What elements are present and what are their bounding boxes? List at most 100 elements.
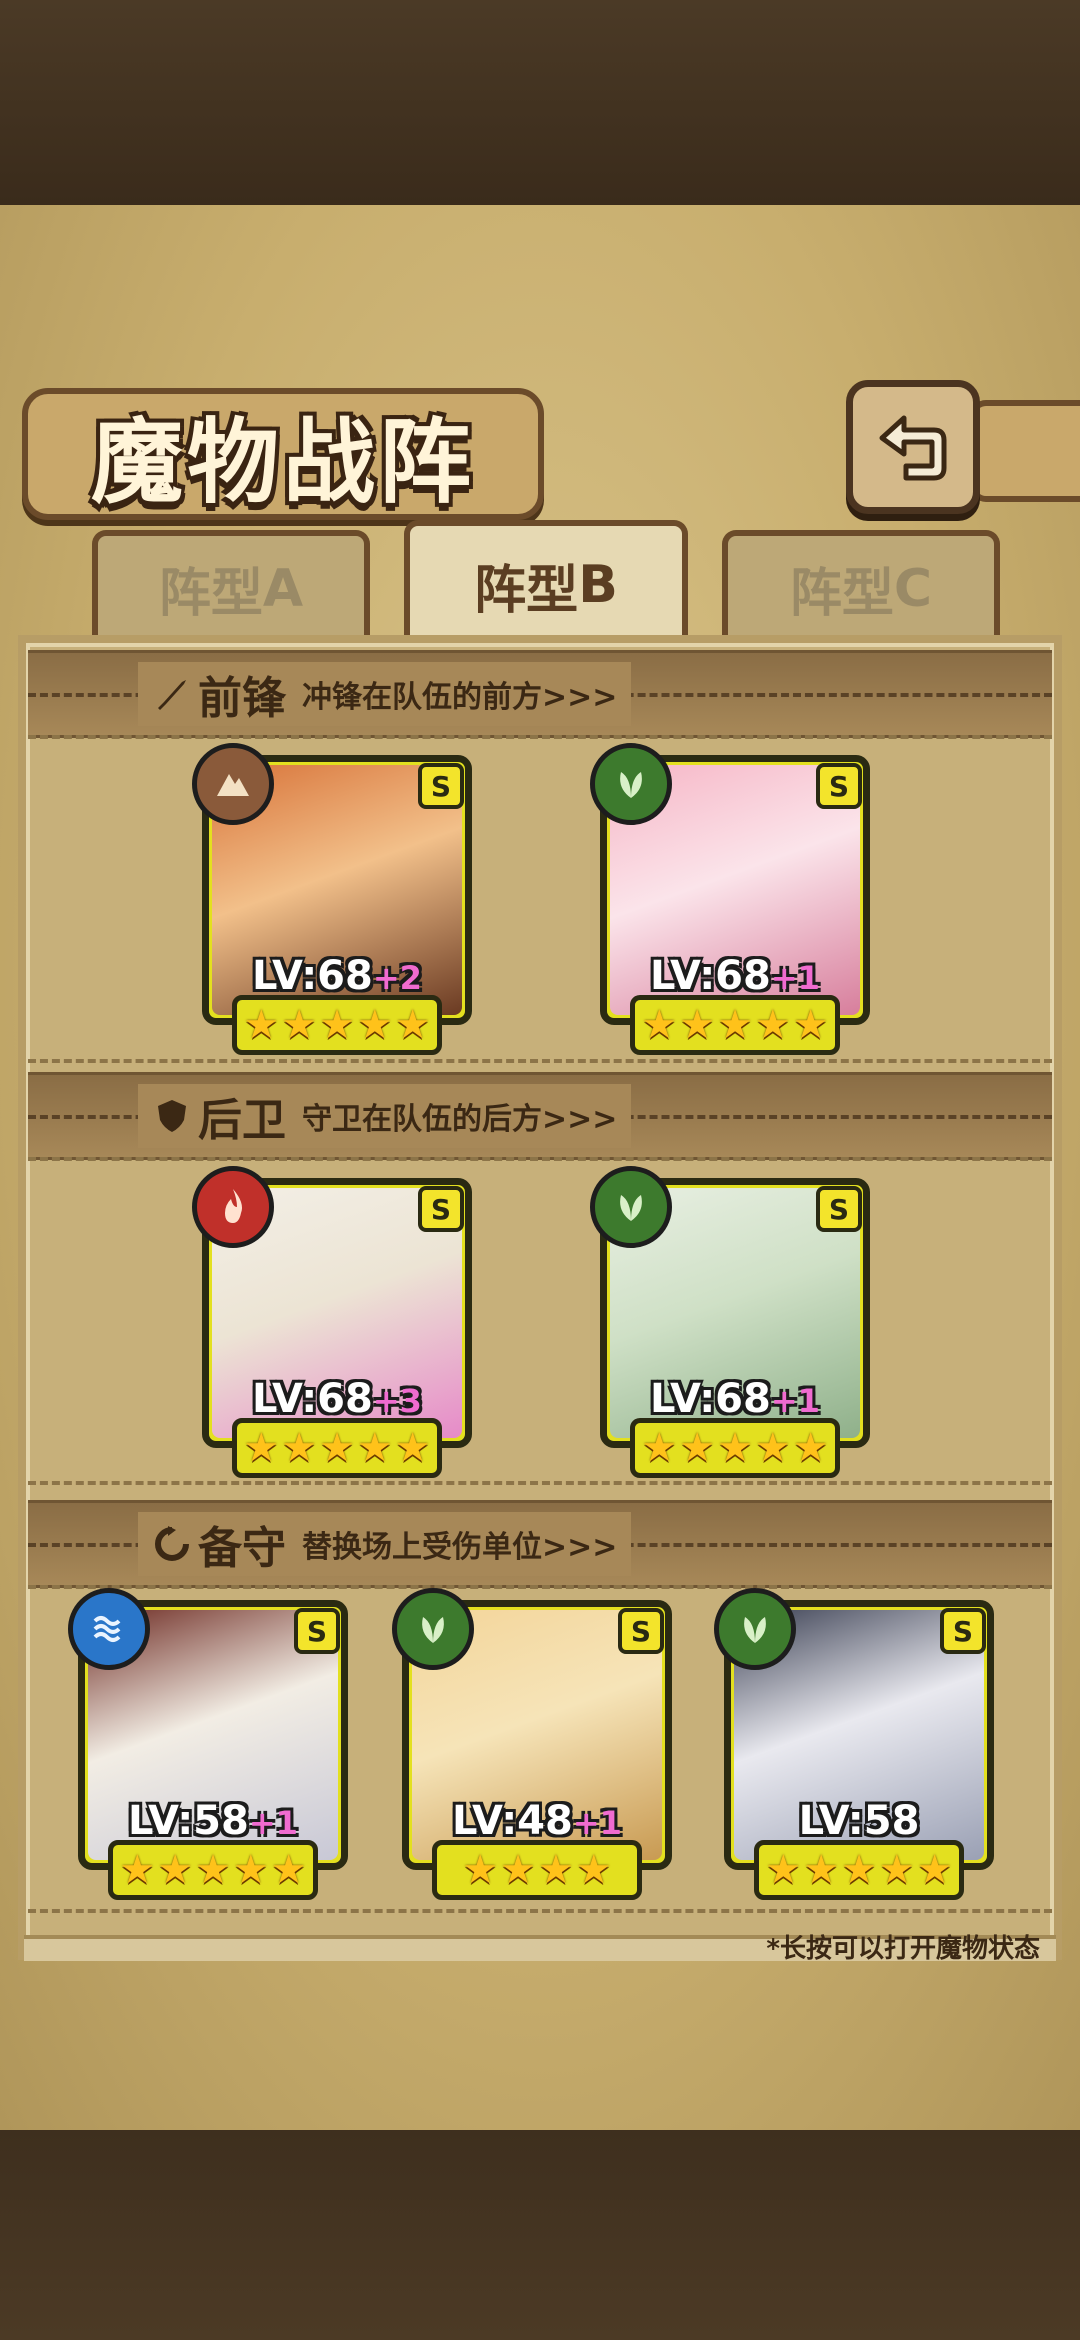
level-plus: +1 — [572, 1804, 622, 1842]
star-icon: ★ — [538, 1847, 574, 1893]
level-label: LV:58 — [724, 1798, 994, 1844]
star-icon: ★ — [394, 1425, 431, 1471]
star-rating: ★ ★ ★ ★ ★ — [630, 995, 840, 1055]
sword-icon — [152, 674, 192, 714]
star-icon: ★ — [195, 1847, 231, 1893]
star-icon: ★ — [575, 1847, 612, 1893]
star-icon: ★ — [232, 1847, 269, 1893]
monster-card[interactable]: S LV:58 ★ ★ ★ ★ ★ — [714, 1588, 994, 1900]
level-value: LV:48 — [452, 1798, 573, 1844]
monster-card[interactable]: S LV:68+1 ★ ★ ★ ★ ★ — [590, 1166, 870, 1478]
star-icon: ★ — [281, 1425, 318, 1471]
star-icon: ★ — [243, 1425, 280, 1471]
return-arrow-icon — [879, 415, 947, 481]
section-header-front: 前锋 冲锋在队伍的前方>>> — [28, 650, 1052, 738]
star-icon: ★ — [754, 1002, 791, 1048]
shield-icon — [152, 1096, 192, 1136]
monster-card[interactable]: S LV:58+1 ★ ★ ★ ★ ★ — [68, 1588, 348, 1900]
star-rating: ★ ★ ★ ★ ★ — [754, 1840, 964, 1900]
star-icon: ★ — [462, 1847, 499, 1893]
star-rating: ★ ★ ★ ★ ★ — [108, 1840, 318, 1900]
tab-formation-c[interactable]: 阵型 C — [722, 530, 1000, 641]
star-icon: ★ — [803, 1847, 840, 1893]
star-icon: ★ — [500, 1847, 536, 1893]
rank-badge: S — [940, 1608, 986, 1654]
rank-badge: S — [816, 1186, 862, 1232]
back-button[interactable] — [846, 380, 980, 514]
monster-card[interactable]: S LV:68+1 ★ ★ ★ ★ ★ — [590, 743, 870, 1055]
section-header-reserve: 备守 替换场上受伤单位>>> — [28, 1500, 1052, 1588]
section-title: 后卫 — [198, 1095, 286, 1146]
rank-badge: S — [816, 763, 862, 809]
leaf-element-icon — [590, 1166, 672, 1248]
star-icon: ★ — [679, 1425, 716, 1471]
star-icon: ★ — [119, 1847, 156, 1893]
star-rating: ★ ★ ★ ★ ★ — [232, 995, 442, 1055]
star-icon: ★ — [754, 1425, 791, 1471]
level-value: LV:68 — [252, 1376, 373, 1422]
star-icon: ★ — [281, 1002, 318, 1048]
long-press-hint: *长按可以打开魔物状态 — [766, 1934, 1040, 1964]
level-label: LV:68+3 — [202, 1376, 472, 1422]
monster-card[interactable]: S LV:48+1 ★ ★ ★ ★ — [392, 1588, 672, 1900]
level-label: LV:68+1 — [600, 953, 870, 999]
star-rating: ★ ★ ★ ★ ★ — [232, 1418, 442, 1478]
star-icon: ★ — [157, 1847, 194, 1893]
tab-formation-a[interactable]: 阵型 A — [92, 530, 370, 641]
level-value: LV:58 — [128, 1798, 249, 1844]
star-icon: ★ — [765, 1847, 802, 1893]
level-value: LV:68 — [650, 953, 771, 999]
rear-slot-row — [28, 1157, 1052, 1485]
level-plus: +2 — [372, 959, 422, 997]
tab-label: 阵型 — [789, 564, 894, 624]
star-icon: ★ — [394, 1002, 431, 1048]
bottom-map-band — [0, 2130, 1080, 2340]
star-icon: ★ — [792, 1002, 829, 1048]
level-label: LV:68+1 — [600, 1376, 870, 1422]
star-icon: ★ — [356, 1002, 393, 1048]
level-value: LV:68 — [252, 953, 373, 999]
star-icon: ★ — [878, 1847, 915, 1893]
rank-badge: S — [418, 1186, 464, 1232]
star-icon: ★ — [243, 1002, 280, 1048]
section-header-rear: 后卫 守卫在队伍的后方>>> — [28, 1072, 1052, 1160]
section-desc: 守卫在队伍的后方>>> — [302, 1102, 618, 1137]
front-slot-row — [28, 735, 1052, 1063]
star-icon: ★ — [916, 1847, 953, 1893]
section-desc: 替换场上受伤单位>>> — [302, 1530, 618, 1565]
star-icon: ★ — [641, 1002, 678, 1048]
swap-icon — [152, 1524, 192, 1564]
leaf-element-icon — [714, 1588, 796, 1670]
level-plus: +1 — [770, 959, 820, 997]
star-icon: ★ — [319, 1002, 355, 1048]
star-icon: ★ — [717, 1425, 753, 1471]
star-icon: ★ — [841, 1847, 877, 1893]
fire-element-icon — [192, 1166, 274, 1248]
rank-badge: S — [618, 1608, 664, 1654]
star-icon: ★ — [792, 1425, 829, 1471]
star-icon: ★ — [270, 1847, 307, 1893]
section-title: 备守 — [198, 1523, 286, 1574]
level-value: LV:58 — [798, 1798, 920, 1844]
tab-formation-b[interactable]: 阵型 B — [404, 520, 688, 644]
section-title: 前锋 — [198, 673, 286, 724]
monster-card[interactable]: S LV:68+3 ★ ★ ★ ★ ★ — [192, 1166, 472, 1478]
tab-suffix: C — [893, 558, 933, 619]
water-element-icon — [68, 1588, 150, 1670]
leaf-element-icon — [590, 743, 672, 825]
star-rating: ★ ★ ★ ★ — [432, 1840, 642, 1900]
page-title: 魔物战阵 — [90, 407, 475, 516]
tab-suffix: A — [262, 558, 304, 619]
star-icon: ★ — [319, 1425, 355, 1471]
rank-badge: S — [418, 763, 464, 809]
star-icon: ★ — [679, 1002, 716, 1048]
monster-card[interactable]: S LV:68+2 ★ ★ ★ ★ ★ — [192, 743, 472, 1055]
level-plus: +3 — [372, 1382, 422, 1420]
earth-element-icon — [192, 743, 274, 825]
section-desc: 冲锋在队伍的前方>>> — [302, 680, 618, 715]
tab-suffix: B — [578, 555, 618, 615]
level-plus: +1 — [770, 1382, 820, 1420]
star-rating: ★ ★ ★ ★ ★ — [630, 1418, 840, 1478]
tab-label: 阵型 — [474, 560, 579, 621]
tab-label: 阵型 — [158, 564, 263, 624]
